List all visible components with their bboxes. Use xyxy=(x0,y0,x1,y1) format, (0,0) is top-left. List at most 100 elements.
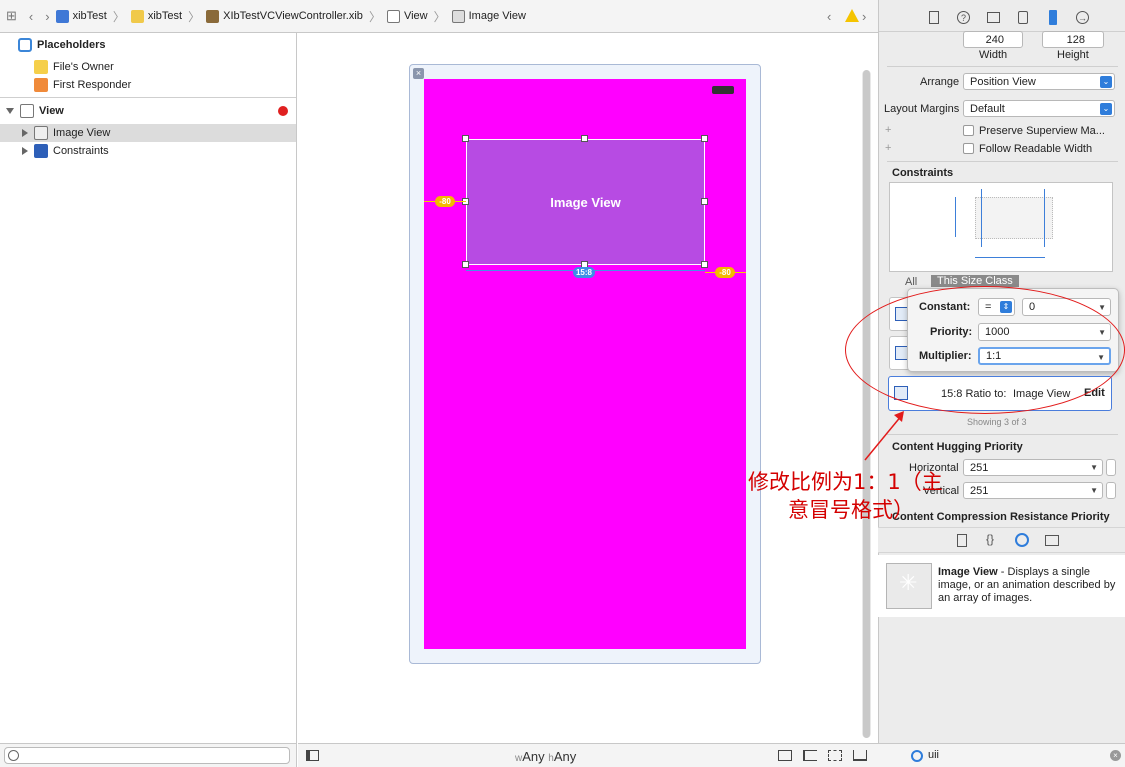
outline-image-view[interactable]: Image View xyxy=(0,124,296,142)
annotation-arrow xyxy=(864,411,904,461)
disclosure-open-icon[interactable] xyxy=(6,108,14,114)
arrange-label: Arrange xyxy=(920,76,960,88)
breadcrumb-xib[interactable]: XIbTestVCViewController.xib 〉 xyxy=(206,8,381,25)
add-variation-icon[interactable]: + xyxy=(885,142,891,154)
size-class-selector[interactable]: wAny hAny xyxy=(515,749,576,764)
preserve-superview-label: Preserve Superview Ma... xyxy=(979,125,1105,137)
section-divider xyxy=(887,161,1118,162)
object-library-icon[interactable] xyxy=(1015,533,1029,547)
stack-icon[interactable] xyxy=(778,750,792,761)
connections-inspector-icon[interactable]: → xyxy=(1076,11,1089,24)
first-responder-icon xyxy=(34,78,48,92)
attributes-inspector-icon[interactable] xyxy=(1018,11,1028,24)
resize-handle[interactable] xyxy=(462,135,469,142)
section-divider xyxy=(887,66,1118,67)
breadcrumb-image-view[interactable]: Image View xyxy=(451,9,526,23)
scrollbar-thumb[interactable] xyxy=(863,70,870,738)
outline-first-responder[interactable]: First Responder xyxy=(0,76,296,94)
resize-handle[interactable] xyxy=(701,261,708,268)
chevron-down-icon: ⌄ xyxy=(1100,103,1112,115)
resize-handle[interactable] xyxy=(581,135,588,142)
preserve-superview-checkbox[interactable] xyxy=(963,125,974,136)
battery-icon xyxy=(712,86,734,94)
outline-placeholders[interactable]: Placeholders xyxy=(0,36,296,54)
view-icon xyxy=(20,104,34,118)
image-view-thumbnail-icon: ✳ xyxy=(886,563,932,609)
vertical-stepper[interactable] xyxy=(1106,482,1116,499)
disclosure-closed-icon[interactable] xyxy=(22,147,28,155)
issue-back-icon[interactable]: ‹ xyxy=(827,9,831,24)
jump-bar: ⊞ ‹ › xibTest 〉 xibTest 〉 XIbTestVCViewCon… xyxy=(0,0,878,33)
file-inspector-icon[interactable] xyxy=(929,11,939,24)
horizontal-stepper[interactable] xyxy=(1106,459,1116,476)
image-view-icon xyxy=(34,126,48,140)
disclosure-closed-icon[interactable] xyxy=(22,129,28,137)
resize-handle[interactable] xyxy=(701,198,708,205)
identity-inspector-icon[interactable] xyxy=(987,12,1000,23)
media-library-icon[interactable] xyxy=(1045,535,1059,546)
width-field[interactable]: 240 xyxy=(963,31,1023,48)
pin-icon[interactable] xyxy=(828,750,842,761)
forward-arrow-icon[interactable]: › xyxy=(45,9,49,24)
library-item-title: Image View xyxy=(938,566,998,578)
width-label: Width xyxy=(979,49,1008,61)
back-arrow-icon[interactable]: ‹ xyxy=(29,9,33,24)
resize-handle[interactable] xyxy=(701,135,708,142)
align-icon[interactable] xyxy=(803,750,817,761)
toggle-outline-icon[interactable] xyxy=(306,750,319,761)
combo-arrow-icon: ▼ xyxy=(1090,463,1098,472)
image-view-element[interactable]: Image View xyxy=(466,139,705,265)
filter-icon xyxy=(8,750,19,761)
height-field[interactable]: 128 xyxy=(1042,31,1104,48)
resolve-issues-icon[interactable] xyxy=(853,750,867,761)
combo-arrow-icon: ▼ xyxy=(1098,303,1106,312)
layout-margins-popup[interactable]: Default ⌄ xyxy=(963,100,1115,117)
resize-handle[interactable] xyxy=(462,261,469,268)
chevron-down-icon: ⌄ xyxy=(1100,76,1112,88)
cube-icon xyxy=(18,38,32,52)
canvas-scrollbar[interactable] xyxy=(862,70,871,738)
canvas-footer: wAny hAny xyxy=(298,743,878,767)
breadcrumb-view[interactable]: View 〉 xyxy=(386,8,446,25)
outline-view[interactable]: View xyxy=(0,102,296,120)
project-icon xyxy=(55,9,69,23)
section-divider xyxy=(887,434,1118,435)
code-snippet-icon[interactable]: {} xyxy=(986,532,994,546)
outline-filter-field[interactable] xyxy=(4,747,290,764)
follow-readable-checkbox[interactable] xyxy=(963,143,974,154)
follow-readable-label: Follow Readable Width xyxy=(979,143,1093,155)
library-filter-field[interactable]: uii xyxy=(928,749,939,761)
trailing-edge-line xyxy=(1044,189,1045,247)
close-scene-icon[interactable]: × xyxy=(413,68,424,79)
related-items-icon[interactable]: ⊞ xyxy=(6,8,17,24)
constraints-header: Constraints xyxy=(892,167,954,179)
height-constraint-line xyxy=(955,197,956,237)
size-inspector-icon[interactable] xyxy=(1049,10,1057,25)
constraints-icon xyxy=(34,144,48,158)
xib-file-icon xyxy=(206,9,220,23)
file-template-icon[interactable] xyxy=(957,534,967,547)
library-selector: {} xyxy=(878,527,1125,553)
layout-margins-label: Layout Margins xyxy=(884,103,960,115)
breadcrumb-folder[interactable]: xibTest 〉 xyxy=(130,8,200,25)
tab-all[interactable]: All xyxy=(905,276,917,288)
leading-constant-badge[interactable]: -80 xyxy=(435,196,455,207)
palm-tree-icon: ✳ xyxy=(899,570,918,595)
outline-constraints[interactable]: Constraints xyxy=(0,142,296,160)
annotation-ellipse xyxy=(845,286,1125,414)
issue-forward-icon[interactable]: › xyxy=(862,9,866,24)
clear-filter-icon[interactable]: × xyxy=(1110,750,1121,761)
library-item-description: Image View - Displays a single image, or… xyxy=(938,566,1116,604)
outline-files-owner[interactable]: File's Owner xyxy=(0,58,296,76)
image-view-icon xyxy=(451,9,465,23)
ratio-badge[interactable]: 15:8 xyxy=(573,267,595,278)
trailing-constant-badge[interactable]: -80 xyxy=(715,267,735,278)
height-label: Height xyxy=(1057,49,1089,61)
quick-help-icon[interactable]: ? xyxy=(957,11,970,24)
add-variation-icon[interactable]: + xyxy=(885,124,891,136)
warning-icon[interactable] xyxy=(845,9,859,22)
breadcrumb-project[interactable]: xibTest 〉 xyxy=(55,8,125,25)
arrange-popup[interactable]: Position View ⌄ xyxy=(963,73,1115,90)
hugging-header: Content Hugging Priority xyxy=(892,441,1023,453)
error-indicator-icon[interactable] xyxy=(278,106,288,116)
